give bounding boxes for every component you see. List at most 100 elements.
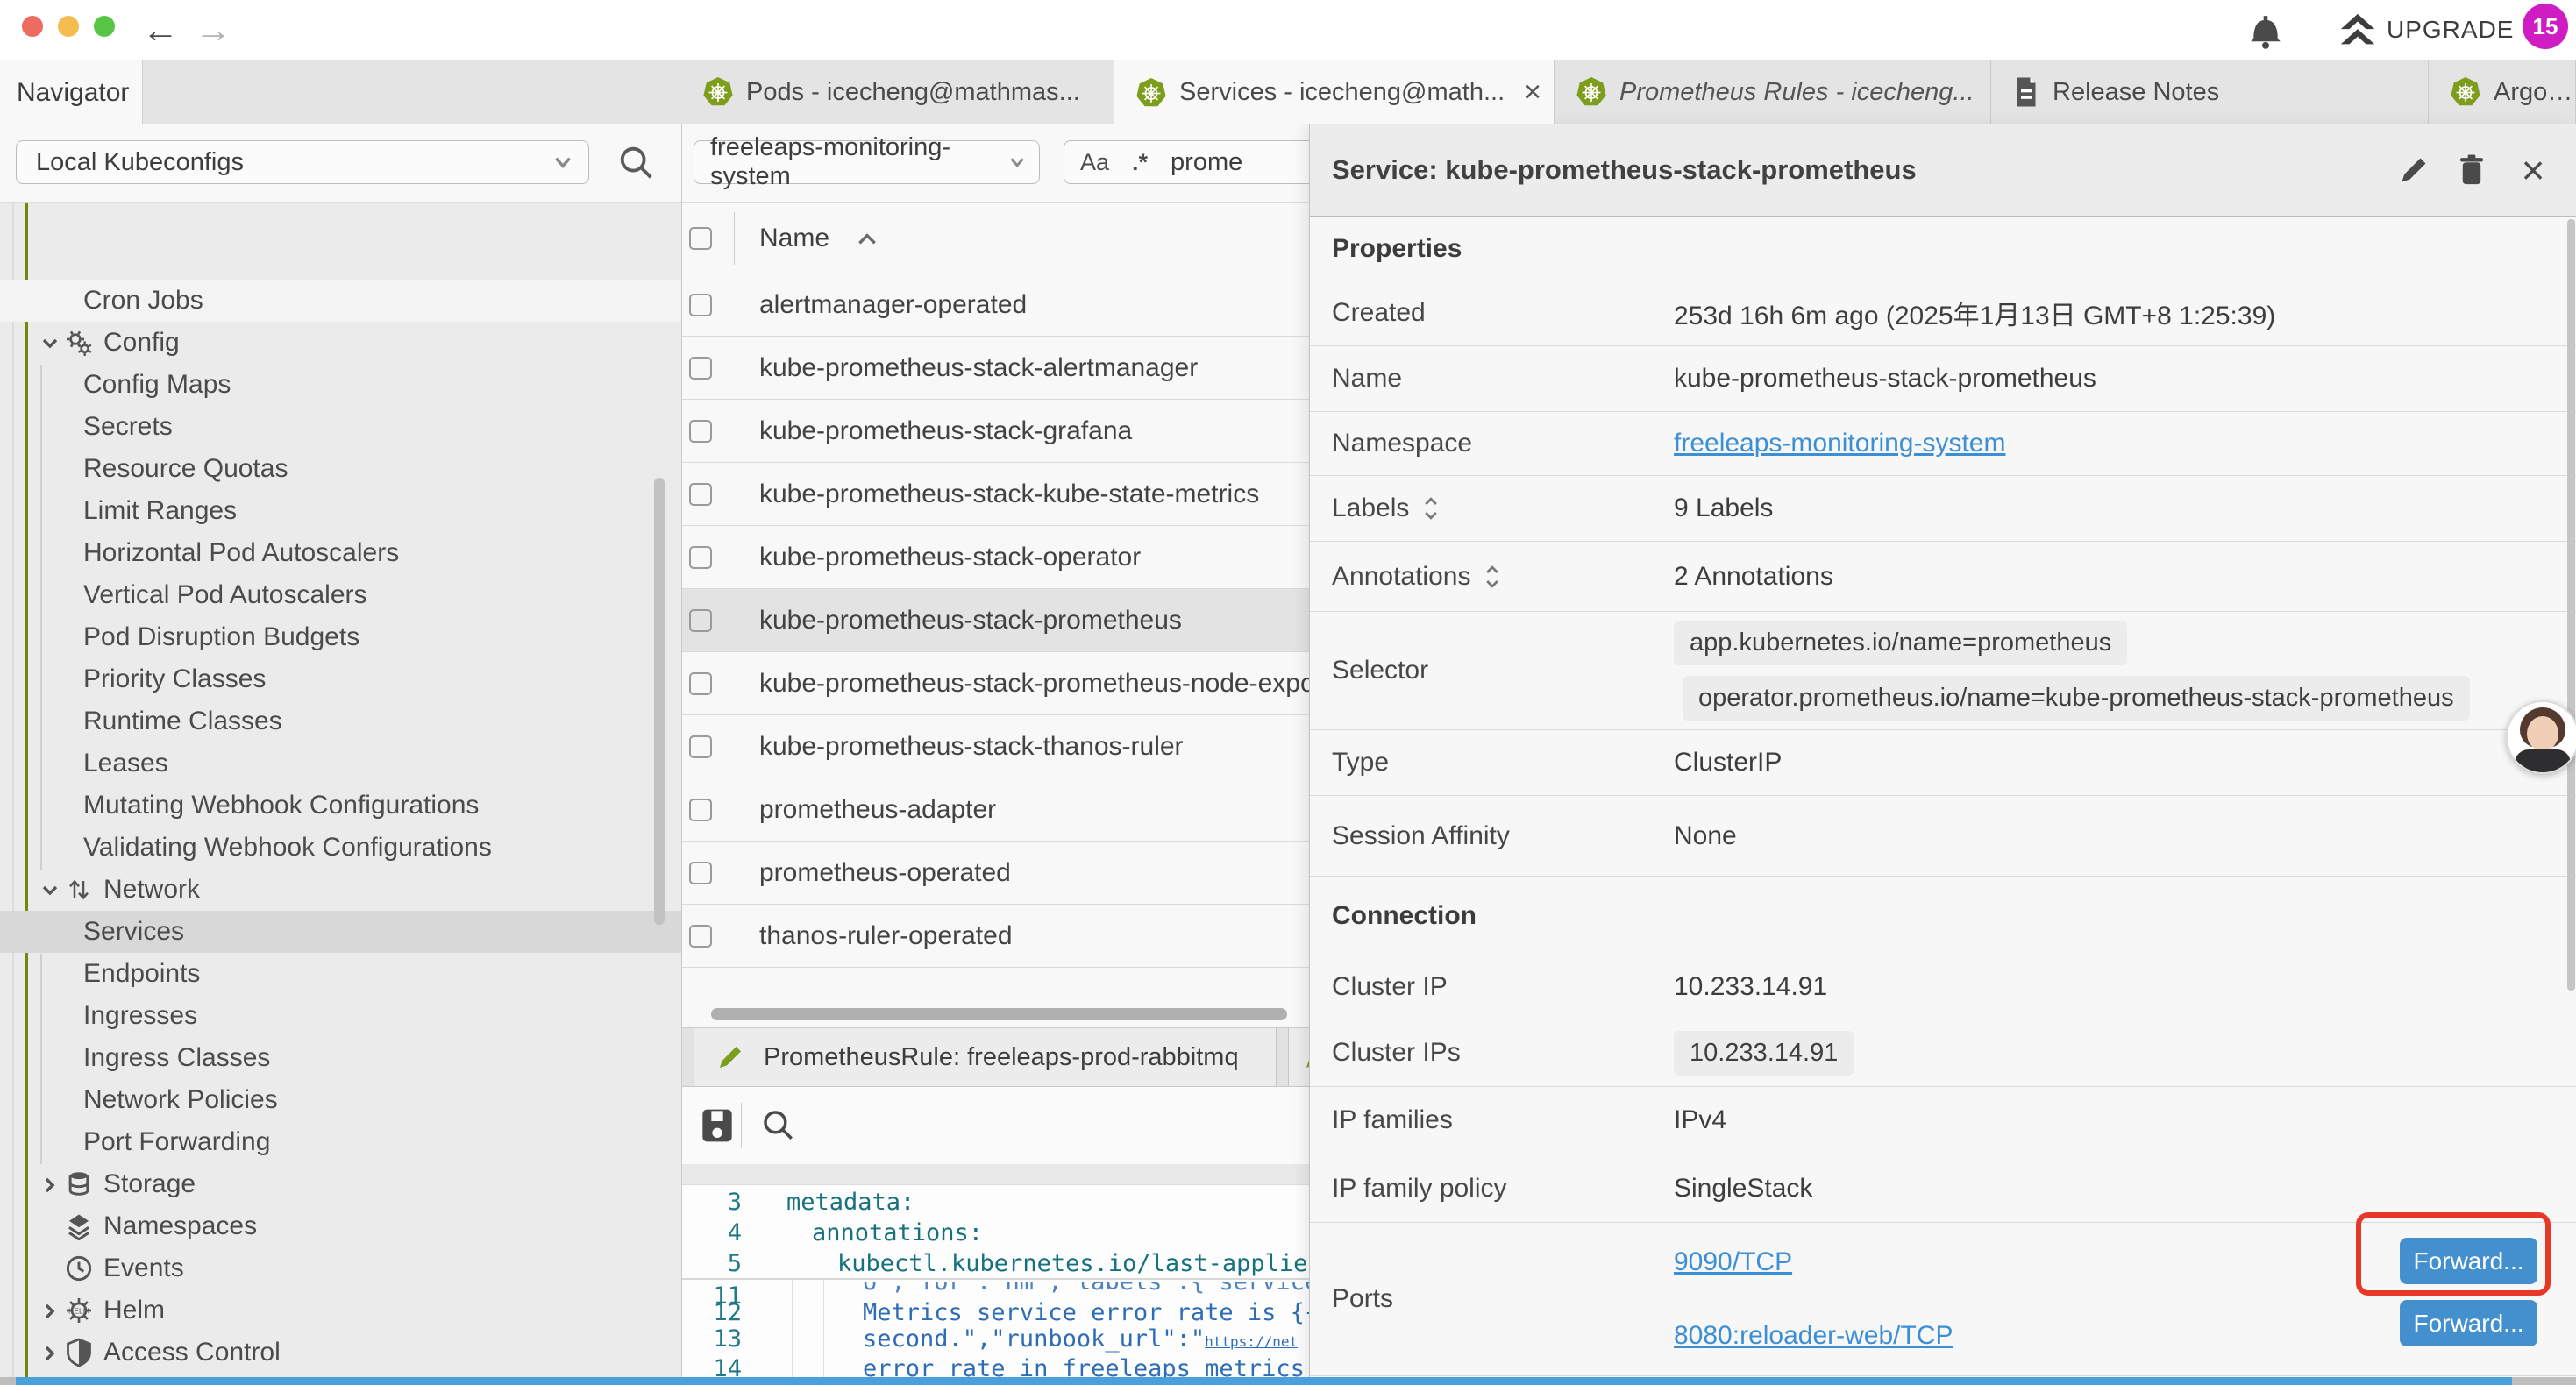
forward-arrow-icon[interactable]: → [195, 7, 231, 53]
table-row[interactable]: kube-prometheus-stack-thanos-ruler [682, 715, 1309, 778]
sidebar-item-network-policies[interactable]: Network Policies [0, 1079, 681, 1121]
tab-release[interactable]: Release Notes [1991, 60, 2429, 124]
tab-pods[interactable]: Pods - icecheng@mathmas... [681, 60, 1114, 124]
tab-services[interactable]: Services - icecheng@math...× [1114, 60, 1555, 124]
sidebar-item-access-control[interactable]: Access Control [0, 1332, 681, 1374]
sidebar-item-ingress-classes[interactable]: Ingress Classes [0, 1037, 681, 1079]
row-checkbox[interactable] [689, 672, 712, 695]
sort-toggle-icon[interactable] [1483, 564, 1502, 590]
editor-tab-next[interactable] [1288, 1028, 1309, 1086]
sidebar-item-pod-disruption-budgets[interactable]: Pod Disruption Budgets [0, 616, 681, 658]
sidebar-search-icon[interactable] [616, 142, 656, 182]
sidebar-item-resource-quotas[interactable]: Resource Quotas [0, 448, 681, 490]
sidebar-item-config[interactable]: Config [0, 322, 681, 364]
sidebar-item-storage[interactable]: Storage [0, 1163, 681, 1205]
save-icon[interactable] [700, 1106, 735, 1145]
table-row[interactable]: prometheus-operated [682, 842, 1309, 905]
row-checkbox[interactable] [689, 862, 712, 884]
sidebar-item-limit-ranges[interactable]: Limit Ranges [0, 490, 681, 532]
tab-navigator[interactable]: Navigator [0, 60, 143, 124]
editor-tab-prometheusrule[interactable]: PrometheusRule: freeleaps-prod-rabbitmq [694, 1028, 1277, 1086]
row-checkbox[interactable] [689, 609, 712, 632]
sidebar-item-cron-jobs[interactable]: Cron Jobs [0, 280, 681, 322]
edit-pencil-icon[interactable] [2391, 147, 2437, 193]
select-all-checkbox[interactable] [689, 227, 712, 250]
sidebar-item-endpoints[interactable]: Endpoints [0, 953, 681, 995]
name-column-header[interactable]: Name [759, 203, 829, 273]
kubeconfig-selector[interactable]: Local Kubeconfigs [16, 140, 589, 184]
row-checkbox[interactable] [689, 420, 712, 443]
upgrade-icon[interactable] [2338, 11, 2378, 51]
forward-port-button[interactable]: Forward... [2400, 1238, 2537, 1284]
namespace-filter-value: freeleaps-monitoring-system [710, 133, 1007, 191]
horizontal-scrollbar[interactable] [711, 1008, 1287, 1020]
row-checkbox[interactable] [689, 546, 712, 569]
row-checkbox[interactable] [689, 357, 712, 380]
notification-count-badge[interactable]: 15 [2523, 4, 2568, 49]
sidebar-item-horizontal-pod-autoscalers[interactable]: Horizontal Pod Autoscalers [0, 532, 681, 574]
port-forward-link[interactable]: 8080:reloader-web/TCP [1674, 1321, 1953, 1351]
close-window-icon[interactable] [22, 16, 43, 37]
back-arrow-icon[interactable]: ← [142, 7, 179, 53]
upgrade-label[interactable]: UPGRADE [2387, 16, 2514, 44]
sidebar-item-ingresses[interactable]: Ingresses [0, 995, 681, 1037]
sidebar-item-port-forwarding[interactable]: Port Forwarding [0, 1121, 681, 1163]
assistant-avatar[interactable] [2506, 700, 2576, 774]
row-checkbox[interactable] [689, 483, 712, 506]
sidebar-item-leases[interactable]: Leases [0, 742, 681, 785]
tab-prometheus[interactable]: Prometheus Rules - icecheng... [1555, 60, 1991, 124]
namespace-filter-selector[interactable]: freeleaps-monitoring-system [694, 140, 1040, 184]
sidebar-item-config-maps[interactable]: Config Maps [0, 364, 681, 406]
sidebar-scrollbar[interactable] [654, 478, 665, 925]
row-checkbox[interactable] [689, 735, 712, 758]
minimize-window-icon[interactable] [58, 16, 79, 37]
resource-search-box[interactable]: Aa .* prome [1064, 140, 1309, 184]
tab-argo[interactable]: Argo Se [2429, 60, 2576, 124]
sidebar-item-network[interactable]: Network [0, 869, 681, 911]
table-row[interactable]: kube-prometheus-stack-grafana [682, 400, 1309, 463]
table-row[interactable]: thanos-ruler-operated [682, 905, 1309, 968]
maximize-window-icon[interactable] [94, 16, 115, 37]
sidebar-item-runtime-classes[interactable]: Runtime Classes [0, 700, 681, 742]
sidebar-item-services[interactable]: Services [0, 911, 681, 953]
chevron-down-icon[interactable] [39, 332, 61, 353]
close-panel-icon[interactable]: × [2510, 147, 2556, 193]
chevron-right-icon[interactable] [39, 1300, 60, 1323]
sidebar-item-vertical-pod-autoscalers[interactable]: Vertical Pod Autoscalers [0, 574, 681, 616]
table-row[interactable]: kube-prometheus-stack-prometheus [682, 589, 1309, 652]
delete-trash-icon[interactable] [2449, 147, 2494, 193]
sidebar-item-namespaces[interactable]: Namespaces [0, 1205, 681, 1247]
sidebar-item-secrets[interactable]: Secrets [0, 406, 681, 448]
chevron-right-icon[interactable] [39, 1174, 60, 1197]
table-row[interactable]: kube-prometheus-stack-kube-state-metrics [682, 463, 1309, 526]
sidebar-item-mutating-webhook-configurations[interactable]: Mutating Webhook Configurations [0, 785, 681, 827]
regex-toggle[interactable]: .* [1132, 149, 1148, 176]
table-row[interactable]: kube-prometheus-stack-operator [682, 526, 1309, 589]
table-row[interactable]: kube-prometheus-stack-alertmanager [682, 337, 1309, 400]
sidebar-item-helm[interactable]: HELMHelm [0, 1289, 681, 1332]
sidebar-item-validating-webhook-configurations[interactable]: Validating Webhook Configurations [0, 827, 681, 869]
forward-port-button[interactable]: Forward... [2400, 1300, 2537, 1346]
row-checkbox[interactable] [689, 294, 712, 316]
row-checkbox[interactable] [689, 925, 712, 948]
chevron-right-icon[interactable] [39, 1342, 60, 1365]
chevron-down-icon[interactable] [39, 879, 61, 900]
sidebar-item-events[interactable]: Events [0, 1247, 681, 1289]
runbook-link[interactable]: https://net [1205, 1333, 1298, 1350]
table-row[interactable]: prometheus-adapter [682, 778, 1309, 842]
row-checkbox[interactable] [689, 799, 712, 821]
notifications-bell-icon[interactable] [2246, 11, 2285, 51]
yaml-editor[interactable]: 3metadata:4annotations:5kubectl.kubernet… [682, 1164, 1309, 1385]
table-row[interactable]: alertmanager-operated [682, 273, 1309, 337]
close-tab-icon[interactable]: × [1524, 75, 1541, 110]
namespace-link[interactable]: freeleaps-monitoring-system [1674, 429, 2005, 458]
port-forward-link[interactable]: 9090/TCP [1674, 1247, 1792, 1277]
match-case-toggle[interactable]: Aa [1080, 149, 1109, 176]
search-query[interactable]: prome [1171, 148, 1242, 177]
sort-toggle-icon[interactable] [1421, 495, 1441, 522]
sidebar-item-priority-classes[interactable]: Priority Classes [0, 658, 681, 700]
editor-search-icon[interactable] [759, 1106, 796, 1143]
table-row[interactable]: kube-prometheus-stack-prometheus-node-ex… [682, 652, 1309, 715]
details-scrollbar[interactable] [2567, 219, 2575, 991]
sort-ascending-icon[interactable] [856, 230, 879, 249]
